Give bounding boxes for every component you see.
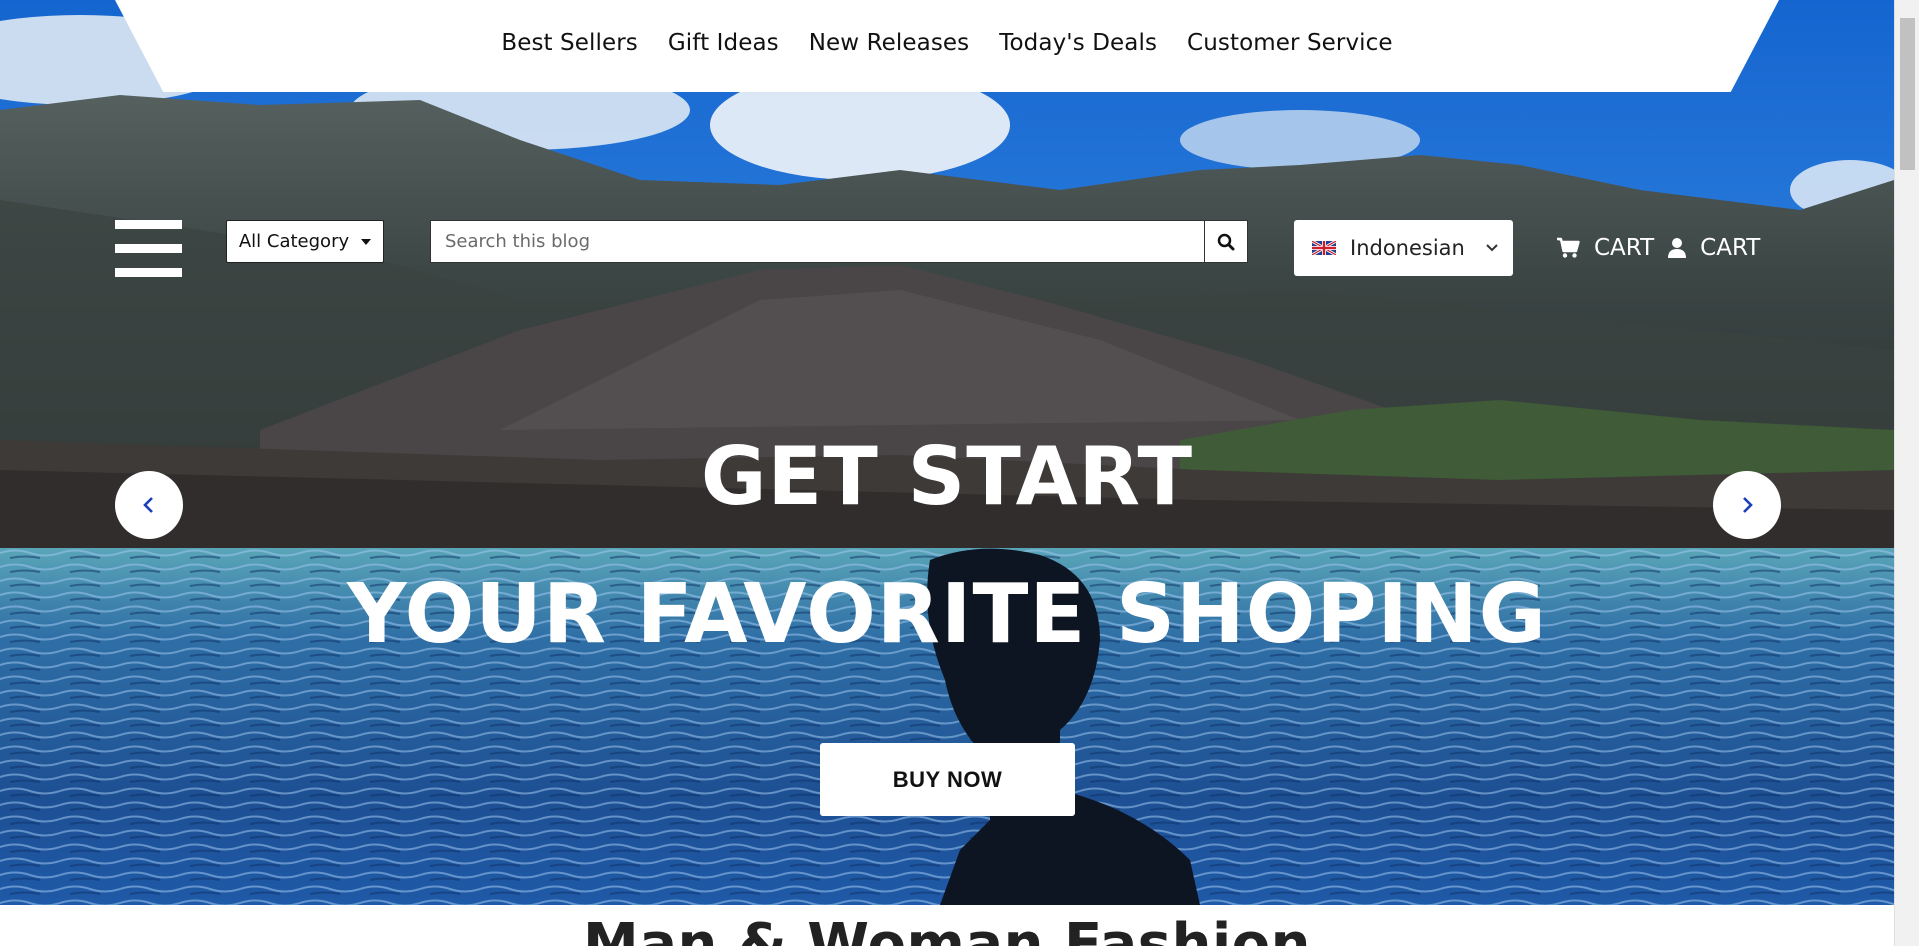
chevron-right-icon <box>1743 497 1753 513</box>
account-link[interactable]: CART <box>1668 235 1760 261</box>
nav-link-best-sellers[interactable]: Best Sellers <box>501 30 638 56</box>
hamburger-line <box>115 244 182 253</box>
carousel-next-button[interactable] <box>1713 471 1781 539</box>
nav-link-customer-service[interactable]: Customer Service <box>1187 30 1393 56</box>
user-icon <box>1668 238 1687 258</box>
nav-link-todays-deals[interactable]: Today's Deals <box>999 30 1157 56</box>
scrollbar-thumb[interactable] <box>1900 18 1915 170</box>
top-navigation: Best Sellers Gift Ideas New Releases Tod… <box>115 0 1779 92</box>
uk-flag-icon <box>1312 241 1336 255</box>
section-title: Man & Woman Fashion <box>583 912 1311 946</box>
buy-now-button[interactable]: BUY NOW <box>820 743 1075 816</box>
hero-headline-secondary: YOUR FAVORITE SHOPING <box>347 567 1547 662</box>
language-selector[interactable]: Indonesian <box>1294 220 1513 276</box>
hamburger-line <box>115 220 182 229</box>
cart-label: CART <box>1594 235 1655 261</box>
nav-link-new-releases[interactable]: New Releases <box>809 30 970 56</box>
cart-link[interactable]: CART <box>1556 235 1654 261</box>
search-icon <box>1217 233 1235 250</box>
search-form <box>430 220 1248 263</box>
shopping-cart-icon <box>1557 237 1580 258</box>
chevron-left-icon <box>143 497 153 513</box>
page-scrollbar[interactable] <box>1894 0 1919 946</box>
chevron-down-icon <box>1486 244 1498 252</box>
hamburger-icon[interactable] <box>115 220 182 277</box>
header-actions: CART CART <box>1556 226 1760 270</box>
category-dropdown[interactable]: All Category <box>226 220 384 263</box>
hero-headline-primary: GET START <box>700 430 1194 523</box>
language-label: Indonesian <box>1350 236 1465 260</box>
category-dropdown-label: All Category <box>238 231 350 252</box>
nav-link-gift-ideas[interactable]: Gift Ideas <box>668 30 779 56</box>
account-label: CART <box>1700 235 1761 261</box>
search-button[interactable] <box>1204 220 1248 263</box>
caret-down-icon <box>361 238 372 245</box>
carousel-prev-button[interactable] <box>115 471 183 539</box>
search-input[interactable] <box>430 220 1204 263</box>
hamburger-line <box>115 268 182 277</box>
